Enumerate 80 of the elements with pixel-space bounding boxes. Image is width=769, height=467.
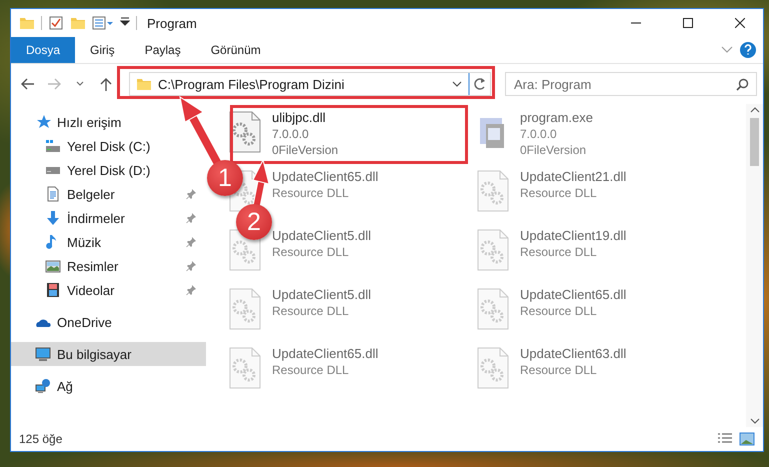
minimize-icon — [631, 22, 641, 24]
pin-icon — [186, 285, 196, 295]
caret-icon — [76, 81, 84, 87]
file-detail: 0FileVersion — [272, 142, 338, 158]
file-detail: Resource DLL — [520, 362, 598, 378]
folder-icon — [19, 15, 35, 31]
sidebar-item[interactable]: Yerel Disk (C:) — [11, 134, 206, 158]
ribbon-tab[interactable]: Görünüm — [196, 37, 276, 63]
sidebar-item[interactable]: Hızlı erişim — [11, 110, 206, 134]
gear-file-icon — [476, 346, 510, 390]
sidebar-item[interactable]: Videolar — [11, 278, 206, 302]
monitor-icon — [35, 346, 51, 362]
address-field[interactable]: C:\Program Files\Program Dizini — [129, 72, 491, 96]
network-icon — [35, 378, 51, 394]
file-detail: Resource DLL — [272, 185, 350, 201]
sidebar-item[interactable]: Müzik — [11, 230, 206, 254]
properties-icon — [48, 15, 64, 31]
file-detail: 7.0.0.0 — [272, 126, 310, 142]
file-detail: Resource DLL — [520, 185, 598, 201]
pin-icon — [186, 237, 196, 247]
sidebar-item[interactable]: Ağ — [11, 374, 206, 398]
thumbnail-view-icon[interactable] — [739, 432, 755, 446]
sidebar-item[interactable]: Yerel Disk (D:) — [11, 158, 206, 182]
file-name[interactable]: UpdateClient65.dll — [272, 346, 378, 362]
file-detail: 0FileVersion — [520, 142, 588, 158]
folder-icon — [70, 15, 86, 31]
gear-file-icon — [476, 169, 510, 213]
folder-icon — [136, 76, 152, 92]
sidebar-item[interactable]: Belgeler — [11, 182, 206, 206]
gear-file-icon — [476, 228, 510, 272]
sidebar-item[interactable]: OneDrive — [11, 310, 206, 334]
arrow-pointer — [179, 96, 223, 167]
forward-arrow-icon — [47, 78, 61, 90]
file-name[interactable]: UpdateClient63.dll — [520, 346, 626, 362]
ribbon-tab[interactable]: Giriş — [75, 37, 130, 63]
file-detail: Resource DLL — [520, 303, 598, 319]
document-icon — [45, 186, 61, 202]
film-icon — [45, 282, 61, 298]
drive-icon — [45, 140, 61, 152]
ribbon-tab[interactable]: Paylaş — [130, 37, 196, 63]
pin-icon — [186, 261, 196, 271]
search-field[interactable]: Ara: Program — [505, 72, 757, 96]
download-icon — [45, 210, 61, 226]
gear-file-icon — [228, 287, 262, 331]
back-arrow-icon — [21, 78, 35, 90]
file-detail: 7.0.0.0 — [520, 126, 558, 142]
sidebar-item[interactable]: Bu bilgisayar — [11, 342, 206, 366]
file-name[interactable]: UpdateClient5.dll — [272, 287, 372, 303]
scrollbar-thumb[interactable] — [750, 118, 759, 166]
item-count: 125 öğe — [19, 432, 62, 446]
gear-file-icon — [228, 110, 262, 154]
search-icon — [736, 78, 749, 90]
sidebar-item[interactable]: İndirmeler — [11, 206, 206, 230]
file-name[interactable]: UpdateClient5.dll — [272, 228, 372, 244]
pin-icon — [186, 189, 196, 199]
ribbon-tab[interactable]: Dosya — [11, 37, 76, 63]
pin-icon — [186, 213, 196, 223]
window-title: Program — [147, 16, 198, 30]
file-name[interactable]: program.exe — [520, 110, 593, 126]
view-icon — [92, 15, 114, 31]
file-name[interactable]: UpdateClient65.dll — [272, 169, 378, 185]
close-icon — [735, 18, 745, 28]
gear-file-icon — [228, 346, 262, 390]
arrow-pointer — [252, 158, 270, 208]
maximize-icon — [683, 18, 693, 28]
file-detail: Resource DLL — [520, 244, 598, 260]
file-detail: Resource DLL — [272, 362, 350, 378]
file-detail: Resource DLL — [272, 303, 350, 319]
file-name[interactable]: UpdateClient65.dll — [520, 287, 626, 303]
file-name[interactable]: ulibjpc.dll — [272, 110, 338, 126]
drive-icon — [45, 166, 61, 174]
image-icon — [45, 258, 61, 274]
file-detail: Resource DLL — [272, 244, 350, 260]
file-name[interactable]: UpdateClient19.dll — [520, 228, 626, 244]
star-icon — [35, 114, 51, 130]
chevron-down-icon[interactable] — [452, 80, 462, 88]
gear-file-icon — [476, 287, 510, 331]
sidebar-item[interactable]: Resimler — [11, 254, 206, 278]
up-arrow-icon — [100, 77, 112, 91]
file-name[interactable]: UpdateClient21.dll — [520, 169, 626, 185]
